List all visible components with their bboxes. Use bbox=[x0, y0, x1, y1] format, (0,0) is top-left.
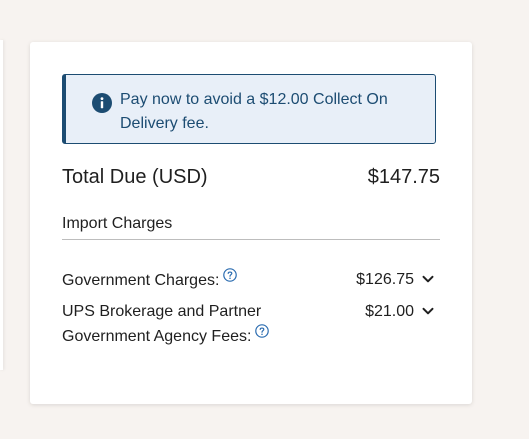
government-charges-label: Government Charges: bbox=[62, 272, 220, 289]
cod-fee-alert: Pay now to avoid a $12.00 Collect On Del… bbox=[62, 74, 436, 144]
import-charges-title: Import Charges bbox=[62, 215, 173, 232]
chevron-down-icon[interactable] bbox=[421, 272, 435, 286]
total-due-value: $147.75 bbox=[367, 166, 440, 188]
charge-label-wrapper: Government Charges: bbox=[62, 268, 302, 293]
total-due-label: Total Due (USD) bbox=[62, 166, 208, 188]
section-divider bbox=[62, 239, 440, 240]
government-charges-row: Government Charges: $126.75 bbox=[62, 268, 440, 292]
government-charges-value: $126.75 bbox=[356, 271, 414, 288]
import-charges-card: Pay now to avoid a $12.00 Collect On Del… bbox=[30, 42, 472, 404]
total-due-row: Total Due (USD) $147.75 bbox=[62, 164, 440, 190]
brokerage-fees-row: UPS Brokerage and Partner Government Age… bbox=[62, 300, 440, 348]
alert-message: Pay now to avoid a $12.00 Collect On Del… bbox=[120, 91, 388, 132]
chevron-down-icon[interactable] bbox=[421, 304, 435, 318]
charge-label-wrapper: UPS Brokerage and Partner Government Age… bbox=[62, 300, 302, 349]
help-circle-icon[interactable] bbox=[255, 324, 270, 338]
adjacent-panel-edge bbox=[0, 40, 3, 370]
info-icon bbox=[92, 93, 112, 113]
brokerage-fees-value: $21.00 bbox=[365, 303, 414, 320]
help-circle-icon[interactable] bbox=[223, 268, 238, 282]
brokerage-fees-label: UPS Brokerage and Partner Government Age… bbox=[62, 303, 262, 345]
